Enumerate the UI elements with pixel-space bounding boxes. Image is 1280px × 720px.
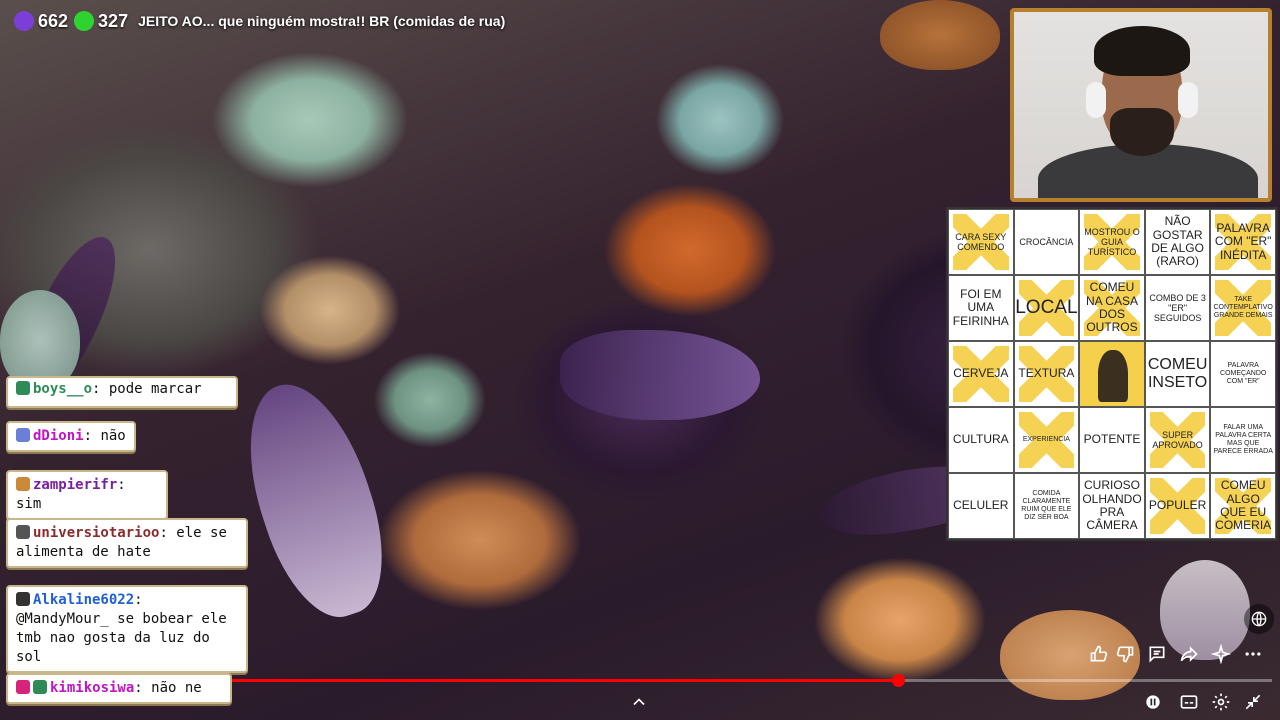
crab-claw-shape: [225, 368, 405, 632]
bingo-cell: NÃO GOSTAR DE ALGO (RARO): [1144, 209, 1211, 275]
headphone-left-icon: [1086, 82, 1106, 118]
progress-fill: [232, 679, 898, 682]
chat-message: boys__o: pode marcar: [6, 376, 238, 408]
crab-claw-shape: [1160, 560, 1250, 660]
bingo-cell: COMBO DE 3 "ER" SEGUIDOS: [1144, 275, 1211, 341]
heart-badge-icon: [16, 680, 30, 694]
chevron-up-icon[interactable]: [626, 688, 652, 714]
user-badge-icon: [16, 428, 30, 442]
bingo-cell: PALAVRA COM "ER" INÉDITA: [1210, 209, 1276, 275]
like-icon[interactable]: [1086, 640, 1112, 666]
progress-scrubber[interactable]: [891, 674, 905, 687]
headphone-right-icon: [1178, 82, 1198, 118]
user-badge-icon: [16, 477, 30, 491]
bingo-cell: CARA SEXY COMENDO: [948, 209, 1014, 275]
dislike-icon[interactable]: [1112, 640, 1138, 666]
chat-message: universiotarioo: ele se alimenta de hate: [6, 518, 248, 568]
user-badge-icon: [16, 592, 30, 606]
webcam-feed: [1010, 8, 1272, 202]
bingo-cell: MOSTROU O GUIA TURÍSTICO: [1079, 209, 1145, 275]
bingo-cell: CROCÂNCIA: [1013, 209, 1080, 275]
globe-icon[interactable]: [1244, 604, 1274, 634]
bingo-cell: CELULER: [948, 473, 1014, 539]
more-icon[interactable]: [1240, 640, 1266, 666]
purple-viewer-icon: [14, 11, 34, 31]
video-progress-bar[interactable]: [232, 674, 1272, 687]
user-badge-icon: [16, 381, 30, 395]
settings-icon[interactable]: [1208, 688, 1234, 714]
bingo-cell: POPULER: [1144, 473, 1211, 539]
chat-message: Alkaline6022: @MandyMour_ se bobear ele …: [6, 585, 248, 673]
person-photo-icon: [1098, 350, 1129, 402]
green-viewer-count: 327: [98, 10, 129, 31]
bingo-cell: SUPER APROVADO: [1144, 407, 1211, 473]
bingo-cell: FALAR UMA PALAVRA CERTA MAS QUE PARECE E…: [1210, 407, 1276, 473]
stream-stats-bar: 662 327 JEITO AO... que ninguém mostra!!…: [14, 8, 505, 34]
streamer-beard: [1110, 108, 1174, 156]
user-badge-icon: [16, 525, 30, 539]
bingo-cell: EXPERIENCIA: [1013, 407, 1080, 473]
bingo-cell: COMEU ALGO QUE EU COMERIA: [1210, 473, 1276, 539]
minimize-icon[interactable]: [1240, 688, 1266, 714]
share-icon[interactable]: [1176, 640, 1202, 666]
bingo-cell: PALAVRA COMEÇANDO COM "ER": [1210, 341, 1276, 407]
chat-message: zampierifr: sim: [6, 470, 168, 520]
sparkle-icon[interactable]: [1208, 640, 1234, 666]
bingo-board: CARA SEXY COMENDO CROCÂNCIA MOSTROU O GU…: [946, 207, 1278, 541]
user-badge-icon: [33, 680, 47, 694]
subtitles-icon[interactable]: [1176, 688, 1202, 714]
bingo-cell: LOCAL: [1013, 275, 1080, 341]
crab-shell-shape: [0, 290, 80, 390]
green-viewer-icon: [74, 11, 95, 31]
bingo-cell: TAKE CONTEMPLATIVO GRANDE DEMAIS: [1210, 275, 1276, 341]
chat-message: kimikosiwa: não ne: [6, 673, 232, 704]
bingo-photo-cell: [1079, 341, 1145, 407]
video-title: JEITO AO... que ninguém mostra!! BR (com…: [138, 13, 506, 29]
bingo-cell: TEXTURA: [1013, 341, 1080, 407]
purple-viewer-count: 662: [38, 10, 69, 31]
bingo-cell: CURIOSO OLHANDO PRA CÂMERA: [1079, 473, 1145, 539]
bingo-cell: COMIDA CLARAMENTE RUIM QUE ELE DIZ SER B…: [1013, 473, 1080, 539]
crab-shell-shape: [880, 0, 1000, 70]
bingo-cell: COMEU NA CASA DOS OUTROS: [1079, 275, 1145, 341]
bingo-cell: COMEU INSETO: [1144, 341, 1211, 407]
bingo-cell: POTENTE: [1079, 407, 1145, 473]
comment-icon[interactable]: [1144, 640, 1170, 666]
pause-icon[interactable]: [1140, 688, 1166, 714]
streamer-hair: [1094, 26, 1190, 76]
chat-message: dDioni: não: [6, 421, 136, 452]
bingo-cell: FOI EM UMA FEIRINHA: [948, 275, 1014, 341]
bingo-cell: CULTURA: [948, 407, 1014, 473]
crab-claw-shape: [560, 330, 760, 420]
bingo-cell: CERVEJA: [948, 341, 1014, 407]
